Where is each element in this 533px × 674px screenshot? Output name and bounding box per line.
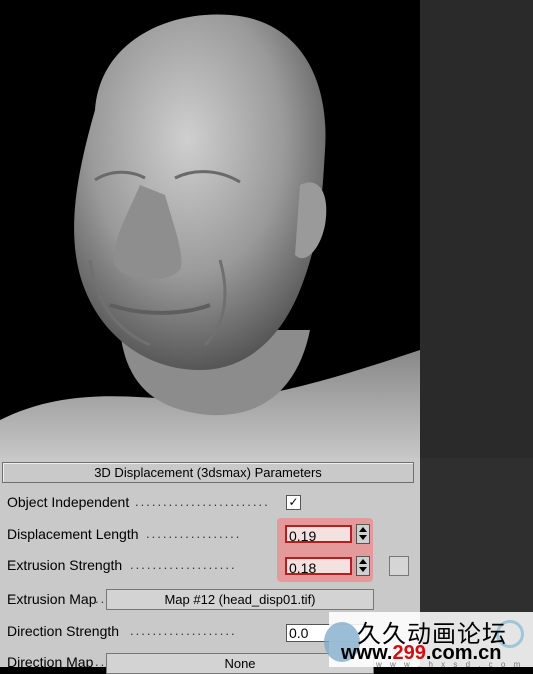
extrusion-strength-spinner[interactable]	[356, 556, 370, 576]
object-independent-checkbox[interactable]: ✓	[286, 495, 301, 510]
object-independent-leader-dots: ........................	[135, 494, 270, 509]
watermark-subtext: w w w . h x s d . c o m	[376, 660, 524, 669]
displacement-length-label: Displacement Length	[7, 526, 139, 542]
displacement-length-input[interactable]: 0.19	[285, 525, 352, 544]
extrusion-map-leader-dots: ..	[95, 591, 107, 606]
rollout-header[interactable]: 3D Displacement (3dsmax) Parameters	[2, 462, 414, 483]
spinner-up-arrow-icon[interactable]	[359, 527, 367, 532]
displacement-length-spinner[interactable]	[356, 524, 370, 544]
extrusion-map-button[interactable]: Map #12 (head_disp01.tif)	[106, 589, 374, 610]
extrusion-map-label: Extrusion Map	[7, 591, 97, 607]
displacement-length-leader-dots: .................	[146, 526, 242, 541]
object-independent-label: Object Independent	[7, 494, 130, 510]
head-render-image	[0, 14, 420, 460]
spinner-up-arrow-icon[interactable]	[359, 559, 367, 564]
direction-map-label: Direction Map	[7, 654, 94, 670]
extrusion-strength-input[interactable]: 0.18	[285, 557, 352, 576]
direction-strength-leader-dots: ...................	[130, 623, 237, 638]
extrusion-strength-leader-dots: ...................	[130, 557, 237, 572]
viewport-side-area	[420, 0, 533, 460]
spinner-down-arrow-icon[interactable]	[359, 535, 367, 540]
extrusion-strength-label: Extrusion Strength	[7, 557, 123, 573]
extrusion-strength-extra-button[interactable]	[389, 556, 409, 576]
render-viewport	[0, 0, 420, 460]
direction-strength-label: Direction Strength	[7, 623, 120, 639]
spinner-down-arrow-icon[interactable]	[359, 567, 367, 572]
